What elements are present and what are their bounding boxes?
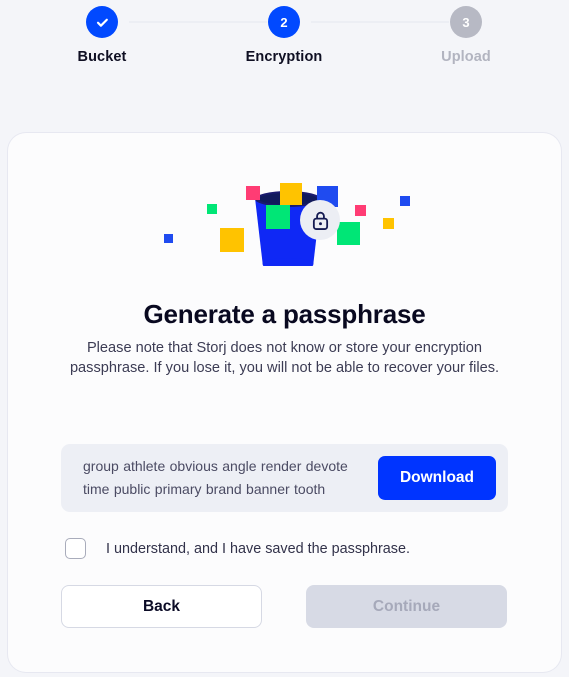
page-title: Generate a passphrase: [143, 299, 426, 329]
stepper-label-upload: Upload: [441, 49, 491, 65]
passphrase-value: group athlete obvious angle render devot…: [83, 458, 348, 497]
stepper-step-bucket[interactable]: Bucket: [27, 1, 177, 65]
square-pink-right: [355, 205, 366, 216]
square-yellow-top: [280, 183, 302, 205]
check-icon: [96, 18, 108, 27]
consent-label[interactable]: I understand, and I have saved the passp…: [106, 541, 410, 557]
stepper-bubble-bucket: [81, 1, 123, 43]
continue-button: Continue: [306, 585, 507, 628]
lock-badge: [300, 200, 340, 240]
download-button[interactable]: Download: [378, 456, 496, 500]
stepper-label-encryption: Encryption: [245, 49, 323, 65]
square-green-right: [337, 222, 360, 245]
back-button[interactable]: Back: [61, 585, 262, 628]
passphrase-card: Generate a passphrase Please note that S…: [8, 133, 561, 672]
square-blue-far-right: [400, 196, 410, 206]
square-blue-small-left: [164, 234, 173, 243]
stepper-number-encryption: 2: [280, 14, 288, 30]
stepper-step-upload[interactable]: 3 Upload: [391, 1, 541, 65]
bucket-with-lock-illustration: [8, 166, 561, 289]
stepper-bubble-upload: 3: [445, 1, 487, 43]
lock-icon: [312, 211, 328, 230]
stepper-step-encryption[interactable]: 2 Encryption: [209, 1, 359, 65]
consent-row: I understand, and I have saved the passp…: [65, 538, 410, 559]
stepper-label-bucket: Bucket: [77, 49, 127, 65]
stepper-number-upload: 3: [462, 14, 470, 30]
square-pink-left: [246, 186, 260, 200]
stepper-bubble-encryption: 2: [263, 1, 305, 43]
description-text: Please note that Storj does not know or …: [69, 340, 500, 376]
square-green-rim: [266, 205, 290, 229]
square-yellow-small-right: [383, 218, 394, 229]
progress-stepper: Bucket 2 Encryption 3 Upload: [0, 0, 569, 133]
square-yellow-large-left: [220, 228, 244, 252]
consent-checkbox[interactable]: [65, 538, 86, 559]
square-green-small-left: [207, 204, 217, 214]
passphrase-panel: group athlete obvious angle render devot…: [61, 444, 508, 512]
